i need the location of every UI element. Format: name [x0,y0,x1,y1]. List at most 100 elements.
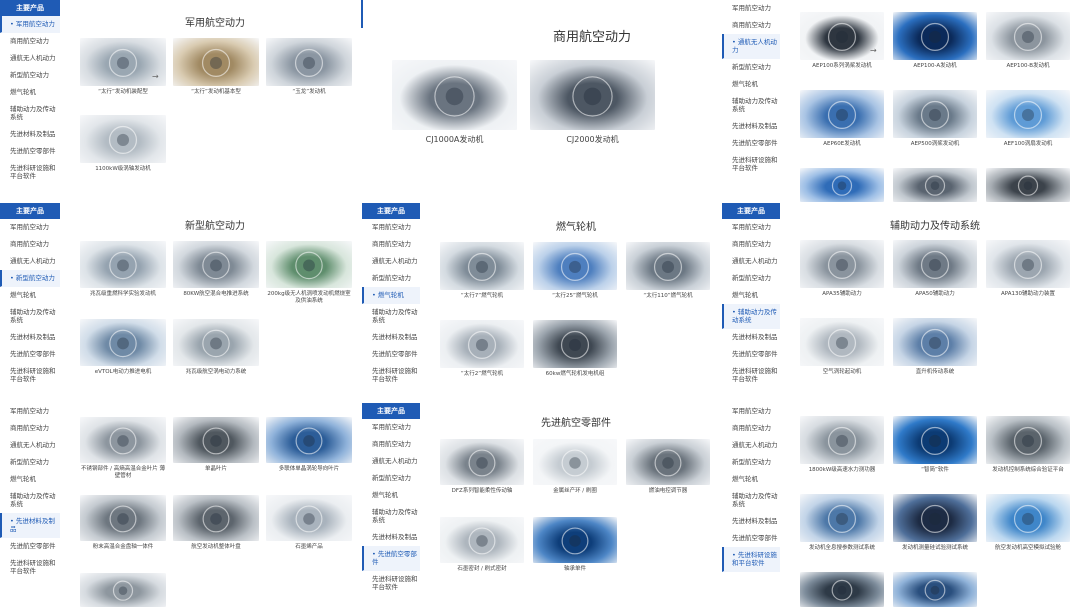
sidebar-item[interactable]: 燃气轮机 [722,287,780,304]
engine-illustration-icon [572,76,613,117]
sidebar-item[interactable]: 辅助动力及传动系统 [722,93,780,118]
sidebar-item[interactable]: 辅助动力及传动系统 [0,101,60,126]
sidebar-item[interactable]: 先进航空零部件 [0,143,60,160]
engine-illustration-icon [560,330,590,359]
sidebar-item[interactable]: 先进科研设施和平台软件 [0,363,60,388]
sidebar-item[interactable]: 通航无人机动力 [362,253,420,270]
sidebar-item[interactable]: 燃气轮机 [362,487,420,504]
sidebar-item[interactable]: 先进材料及制品 [362,529,420,546]
sidebar-item[interactable]: 辅助动力及传动系统 [0,304,60,329]
product-image [440,242,524,290]
engine-illustration-icon [109,329,137,358]
sidebar-item[interactable]: 先进材料及制品 [722,329,780,346]
sidebar-item[interactable]: 军用航空动力 [722,219,780,236]
arrow-right-icon[interactable]: → [870,46,877,55]
sidebar-item[interactable]: 军用航空动力 [722,0,780,17]
sidebar-item[interactable]: 通航无人机动力 [0,50,60,67]
sidebar-item[interactable]: 新型航空动力 [362,270,420,287]
engine-illustration-icon [1013,100,1043,129]
product-image [80,115,166,163]
sidebar-item[interactable]: 先进航空零部件 [0,346,60,363]
sidebar-nav: 军用航空动力商用航空动力通航无人机动力新型航空动力燃气轮机辅助动力及传动系统先进… [722,0,780,177]
sidebar-item[interactable]: 先进航空零部件 [722,346,780,363]
product-caption: “太行7”燃气轮机 [460,293,504,299]
sidebar-item[interactable]: 先进科研设施和平台软件 [722,152,780,177]
sidebar-item[interactable]: 先进材料及制品 [0,329,60,346]
engine-illustration-icon [561,527,589,555]
engine-illustration-icon [920,22,950,51]
sidebar-item[interactable]: 军用航空动力 [362,419,420,436]
sidebar-item[interactable]: 军用航空动力 [722,403,780,420]
sidebar-item[interactable]: 先进航空零部件 [722,135,780,152]
sidebar-item[interactable]: 先进科研设施和平台软件 [0,555,60,580]
sidebar-item[interactable]: 商用航空动力 [722,420,780,437]
sidebar-item[interactable]: 通航无人机动力 [362,453,420,470]
sidebar-item[interactable]: 先进科研设施和平台软件 [722,363,780,388]
sidebar-item[interactable]: 先进航空零部件 [362,546,420,571]
sidebar-item[interactable]: 通航无人机动力 [722,437,780,454]
engine-illustration-icon [827,504,857,533]
sidebar-item[interactable]: 先进航空零部件 [0,538,60,555]
sidebar-heading: 主要产品 [362,203,420,219]
sidebar-item[interactable]: 新型航空动力 [722,454,780,471]
sidebar-item[interactable]: 先进材料及制品 [722,118,780,135]
arrow-right-icon[interactable]: → [152,72,159,81]
sidebar-item[interactable]: 辅助动力及传动系统 [0,488,60,513]
engine-illustration-icon [1013,426,1043,455]
sidebar-item[interactable]: 军用航空动力 [0,219,60,236]
engine-illustration-icon [827,426,857,455]
sidebar-item[interactable]: 燃气轮机 [362,287,420,304]
sidebar-item[interactable]: 军用航空动力 [362,219,420,236]
sidebar-item[interactable]: 辅助动力及传动系统 [362,304,420,329]
product-caption: APA50辅助动力 [915,291,955,297]
sidebar-item[interactable]: 商用航空动力 [362,436,420,453]
sidebar-item[interactable]: 商用航空动力 [0,33,60,50]
sidebar-item[interactable]: 军用航空动力 [0,16,60,33]
sidebar-item[interactable]: 商用航空动力 [722,17,780,34]
product-image [440,517,524,563]
product-image [893,494,977,542]
sidebar-item[interactable]: 商用航空动力 [362,236,420,253]
sidebar-item[interactable]: 先进材料及制品 [362,329,420,346]
sidebar-item[interactable]: 燃气轮机 [722,471,780,488]
sidebar-item[interactable]: 辅助动力及传动系统 [722,488,780,513]
engine-illustration-icon [1013,504,1043,533]
sidebar-item[interactable]: 先进科研设施和平台软件 [362,363,420,388]
sidebar-item[interactable]: 商用航空动力 [0,420,60,437]
sidebar-item[interactable]: 新型航空动力 [362,470,420,487]
sidebar-item[interactable]: 商用航空动力 [722,236,780,253]
sidebar-item[interactable]: 燃气轮机 [0,471,60,488]
sidebar-item[interactable]: 燃气轮机 [0,287,60,304]
sidebar-item[interactable]: 新型航空动力 [0,67,60,84]
sidebar-item[interactable]: 辅助动力及传动系统 [362,504,420,529]
sidebar-item[interactable]: 新型航空动力 [0,454,60,471]
sidebar-item[interactable]: 军用航空动力 [0,403,60,420]
sidebar-item[interactable]: 先进科研设施和平台软件 [722,547,780,572]
sidebar-item[interactable]: 先进材料及制品 [0,126,60,143]
product-caption: CJ2000发动机 [566,135,619,144]
sidebar-item[interactable]: 通航无人机动力 [722,34,780,59]
sidebar-item[interactable]: 燃气轮机 [722,76,780,93]
sidebar-item[interactable]: 通航无人机动力 [0,253,60,270]
sidebar-item[interactable]: 新型航空动力 [0,270,60,287]
engine-illustration-icon [924,579,946,601]
engine-illustration-icon [1017,175,1039,196]
sidebar-item[interactable]: 先进科研设施和平台软件 [0,160,60,185]
sidebar-item[interactable]: 燃气轮机 [0,84,60,101]
engine-illustration-icon [294,48,324,77]
sidebar-item[interactable]: 先进材料及制品 [722,513,780,530]
product-caption: AEP60E发动机 [823,141,861,147]
sidebar-item[interactable]: 通航无人机动力 [722,253,780,270]
sidebar-item[interactable]: 先进航空零部件 [722,530,780,547]
sidebar-item[interactable]: 商用航空动力 [0,236,60,253]
sidebar-item[interactable]: 新型航空动力 [722,59,780,76]
sidebar-item[interactable]: 先进航空零部件 [362,346,420,363]
engine-illustration-icon [831,175,853,196]
sidebar-item[interactable]: 新型航空动力 [722,270,780,287]
sidebar-item[interactable]: 先进科研设施和平台软件 [362,571,420,596]
sidebar-heading: 主要产品 [722,203,780,219]
sidebar-item[interactable]: 辅助动力及传动系统 [722,304,780,329]
engine-illustration-icon [920,504,950,533]
sidebar-item[interactable]: 先进材料及制品 [0,513,60,538]
sidebar-item[interactable]: 通航无人机动力 [0,437,60,454]
